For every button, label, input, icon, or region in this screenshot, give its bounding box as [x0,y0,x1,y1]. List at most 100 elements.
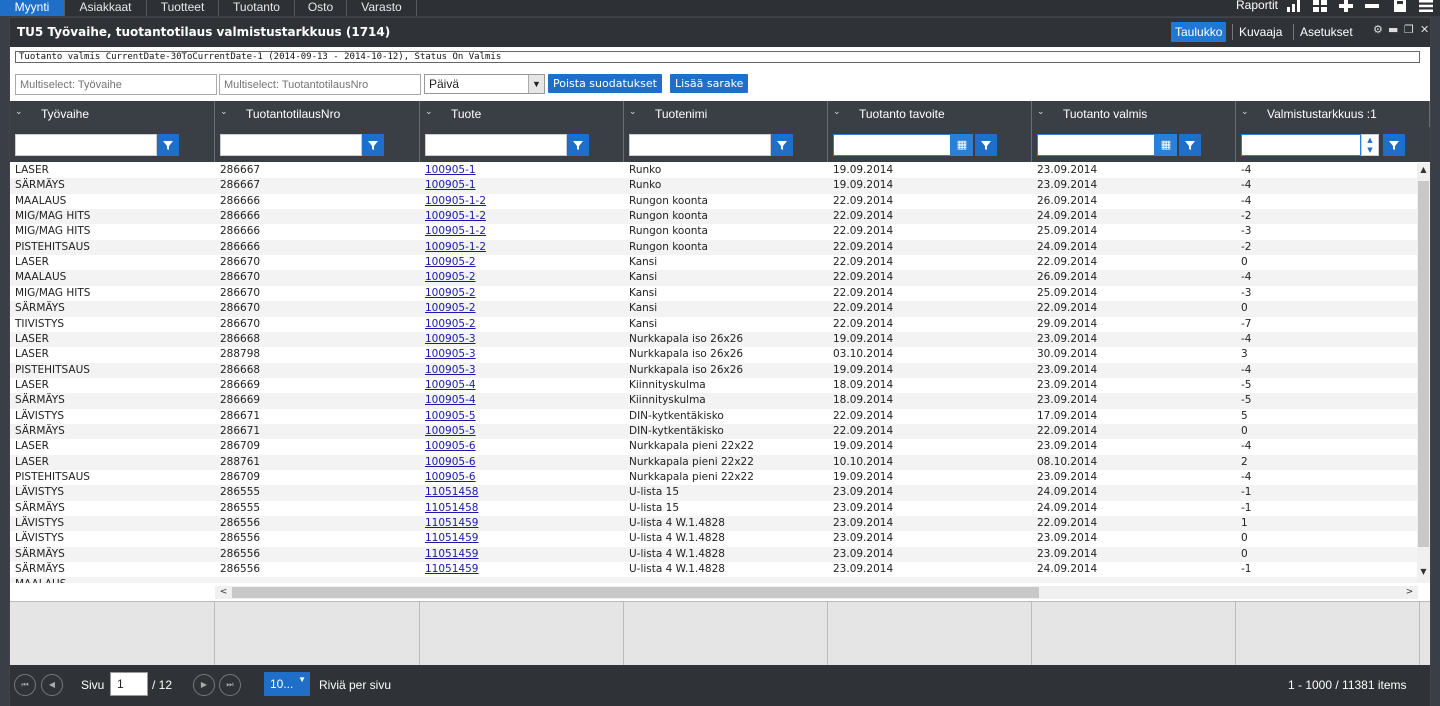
last-page-icon[interactable]: ⏭ [219,674,241,696]
view-kuvaaja-button[interactable]: Kuvaaja [1235,22,1286,42]
table-row[interactable]: MIG/MAG HITS 286666 100905-1-2 Rungon koont… [10,209,1417,225]
table-row[interactable]: MIG/MAG HITS 286666 100905-1-2 Rungon koont… [10,224,1417,239]
nav-tab-tuotteet[interactable]: Tuotteet [147,0,219,16]
gear-icon[interactable]: ⚙ [1373,23,1383,36]
table-row[interactable]: SÄRMÄYS 286671 100905-5 DIN-kytkentäkisko 22… [10,423,1417,440]
table-row[interactable]: LÄVISTYS 286555 11051458 U-lista 15 23.09.20… [10,485,1417,501]
menu-icon[interactable] [1418,0,1434,12]
remove-filters-button[interactable]: Poista suodatukset [548,74,662,93]
filter-input-tuote[interactable] [425,134,567,156]
grid-icon[interactable] [1312,0,1328,12]
raportit-label[interactable]: Raportit [1236,0,1278,12]
nav-tab-osto[interactable]: Osto [295,0,347,16]
multiselect-tuotantotilausnro-input[interactable] [219,74,421,95]
filter-icon[interactable] [157,134,179,156]
product-link[interactable]: 11051459 [425,547,478,562]
nav-tab-tuotanto[interactable]: Tuotanto [219,0,295,16]
table-row[interactable]: SÄRMÄYS 286669 100905-4 Kiinnityskulma 18.09… [10,393,1417,409]
scroll-right-icon[interactable]: > [1403,586,1416,599]
minus-icon[interactable] [1364,0,1380,12]
table-row[interactable]: LASER 288798 100905-3 Nurkkapala iso 26x26 0… [10,347,1417,362]
product-link[interactable]: 100905-1-2 [425,240,486,255]
view-asetukset-button[interactable]: Asetukset [1296,22,1357,42]
prev-page-icon[interactable]: ◀ [41,674,63,696]
product-link[interactable]: 100905-6 [425,439,476,454]
horizontal-scroll-thumb[interactable] [232,587,1039,598]
filter-icon[interactable] [567,134,589,156]
table-row[interactable]: LÄVISTYS 286671 100905-5 DIN-kytkentäkisko 2… [10,409,1417,424]
filter-icon[interactable] [771,134,793,156]
scroll-left-icon[interactable]: < [217,586,230,599]
product-link[interactable]: 100905-6 [425,455,476,470]
filter-input-tuotanto-tavoite[interactable] [833,134,951,156]
filter-input-tuotantotilausnro[interactable] [220,134,362,156]
maximize-icon[interactable]: ❐ [1404,23,1414,36]
product-link[interactable]: 11051459 [425,562,478,577]
chevron-down-icon[interactable]: ⌄ [425,98,433,124]
table-row[interactable]: PISTEHITSAUS 286666 100905-1-2 Rungon koont… [10,239,1417,256]
filter-icon[interactable] [362,134,384,156]
product-link[interactable]: 100905-3 [425,363,476,378]
product-link[interactable]: 11051458 [425,501,478,516]
table-row[interactable]: SÄRMÄYS 286556 11051459 U-lista 4 W.1.4828 2… [10,546,1417,563]
filter-icon[interactable] [1179,134,1201,156]
nav-tab-varasto[interactable]: Varasto [347,0,417,16]
number-spinner-icon[interactable]: ▲ ▼ [1361,134,1379,156]
scroll-up-icon[interactable]: ▲ [1417,165,1430,179]
filter-icon[interactable] [975,134,997,156]
nav-tab-asiakkaat[interactable]: Asiakkaat [65,0,147,16]
filter-input-tyovaihe[interactable] [15,134,157,156]
chevron-down-icon[interactable]: ⌄ [1241,98,1249,124]
product-link[interactable]: 100905-5 [425,424,476,439]
column-header-tyovaihe[interactable]: ⌄ Työvaihe [10,101,215,127]
table-row[interactable]: LÄVISTYS 286556 11051459 U-lista 4 W.1.4828… [10,516,1417,532]
chevron-down-icon[interactable]: ⌄ [1037,98,1045,124]
column-header-tuotenimi[interactable]: ⌄ Tuotenimi [624,101,828,127]
column-header-tuotanto-valmis[interactable]: ⌄ Tuotanto valmis [1032,101,1236,127]
table-row[interactable]: TIIVISTYS 286670 100905-2 Kansi 22.09.2014 29… [10,317,1417,332]
table-row[interactable]: PISTEHITSAUS 286709 100905-6 Nurkkapala pie… [10,470,1417,485]
calendar-icon[interactable]: ▦ [951,134,973,156]
table-row[interactable]: SÄRMÄYS 286555 11051458 U-lista 15 23.09.201… [10,501,1417,516]
nav-tab-myynti[interactable]: Myynti [0,0,65,16]
product-link[interactable]: 100905-1-2 [425,224,486,239]
multiselect-tyovaihe-input[interactable] [15,74,217,95]
table-row[interactable]: MAALAUS [10,577,1417,583]
filter-icon[interactable] [1383,134,1405,156]
period-select[interactable]: Päivä ▼ [424,74,545,94]
product-link[interactable]: 100905-4 [425,393,476,408]
scroll-down-icon[interactable]: ▼ [1417,567,1430,581]
table-row[interactable]: SÄRMÄYS 286667 100905-1 Runko 19.09.2014 23.0… [10,178,1417,194]
column-header-valmistustarkkuus[interactable]: ⌄ Valmistustarkkuus :1 [1236,101,1430,127]
filter-input-tuotenimi[interactable] [629,134,771,156]
chevron-down-icon[interactable]: ⌄ [15,98,23,124]
chevron-down-icon[interactable]: ⌄ [220,98,228,124]
product-link[interactable]: 100905-2 [425,255,476,270]
close-icon[interactable]: ✕ [1420,23,1429,36]
product-link[interactable]: 100905-1 [425,178,476,193]
table-row[interactable]: LÄVISTYS 286556 11051459 U-lista 4 W.1.4828… [10,531,1417,546]
product-link[interactable]: 100905-1-2 [425,194,486,209]
chevron-down-icon[interactable]: ⌄ [629,98,637,124]
table-row[interactable]: MAALAUS 286666 100905-1-2 Rungon koonta 22.0… [10,194,1417,209]
product-link[interactable]: 100905-6 [425,470,476,485]
minimize-icon[interactable]: ▬ [1388,23,1398,36]
horizontal-scrollbar[interactable]: < > [215,586,1418,599]
table-row[interactable]: LASER 286667 100905-1 Runko 19.09.2014 23.09.… [10,163,1417,178]
product-link[interactable]: 100905-4 [425,378,476,393]
product-link[interactable]: 11051459 [425,531,478,546]
product-link[interactable]: 100905-5 [425,409,476,424]
first-page-icon[interactable]: ⏮ [14,674,36,696]
bar-chart-icon[interactable] [1286,0,1302,12]
product-link[interactable]: 100905-1-2 [425,209,486,224]
chevron-down-icon[interactable]: ⌄ [833,98,841,124]
page-number-input[interactable]: 1 [110,672,148,696]
vertical-scrollbar[interactable]: ▲ ▼ [1417,163,1430,583]
save-icon[interactable] [1392,0,1408,12]
product-link[interactable]: 100905-2 [425,301,476,316]
column-header-tuotantotilausnro[interactable]: ⌄ TuotantotilausNro [215,101,420,127]
table-row[interactable]: LASER 286669 100905-4 Kiinnityskulma 18.09.2… [10,378,1417,393]
add-column-button[interactable]: Lisää sarake [670,74,749,93]
product-link[interactable]: 100905-3 [425,332,476,347]
column-header-tuotanto-tavoite[interactable]: ⌄ Tuotanto tavoite [828,101,1032,127]
